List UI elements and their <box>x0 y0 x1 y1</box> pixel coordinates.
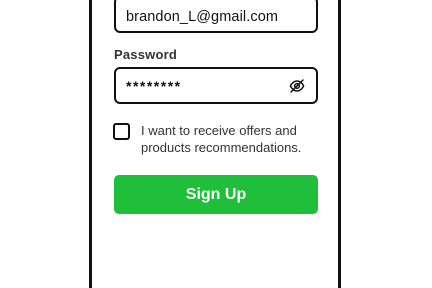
offers-checkbox[interactable] <box>113 123 130 140</box>
eye-slash-icon[interactable] <box>288 77 306 95</box>
sign-up-button[interactable]: Sign Up <box>114 175 318 214</box>
email-value: brandon_L@gmail.com <box>126 8 279 25</box>
password-value: ******** <box>126 77 182 94</box>
offers-checkbox-label: I want to receive offers and products re… <box>141 123 302 155</box>
password-label: Password <box>114 47 178 62</box>
email-field[interactable]: brandon_L@gmail.com <box>114 0 318 33</box>
password-field[interactable]: ******** <box>114 67 318 104</box>
